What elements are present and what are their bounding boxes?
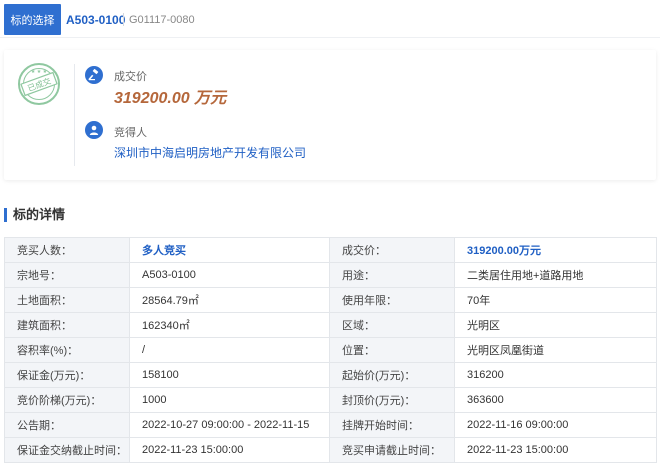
deal-price-value: 319200.00 万元	[114, 90, 227, 107]
top-bar: 标的选择 A503-0100 G01117-0080	[0, 0, 660, 38]
detail-key-cell: 公告期：	[4, 412, 130, 438]
table-row: 建筑面积： 162340㎡ 区域： 光明区	[4, 312, 657, 338]
detail-value-cell: A503-0100	[129, 262, 330, 288]
tab-divider	[123, 13, 124, 26]
detail-key-cell: 保证金(万元)：	[4, 362, 130, 388]
table-row: 土地面积： 28564.79㎡ 使用年限： 70年	[4, 287, 657, 313]
detail-value-cell: 2022-11-23 15:00:00	[454, 437, 657, 463]
table-row: 保证金(万元)： 158100 起始价(万元)： 316200	[4, 362, 657, 388]
table-row: 容积率(%)： / 位置： 光明区凤凰街道	[4, 337, 657, 363]
lot-selector-button[interactable]: 标的选择	[4, 4, 61, 35]
deal-price-label: 成交价	[114, 71, 147, 83]
detail-value-cell: 光明区	[454, 312, 657, 338]
table-row: 公告期： 2022-10-27 09:00:00 - 2022-11-15 挂牌开始…	[4, 412, 657, 438]
detail-key-cell: 竞买申请截止时间：	[329, 437, 455, 463]
table-row: 宗地号： A503-0100 用途： 二类居住用地+道路用地	[4, 262, 657, 288]
detail-value-cell: 162340㎡	[129, 312, 330, 338]
result-card: 已成交 ★ ★ ★ 成交价 319200.00 万元 竞得人 深圳市中海启明房地…	[4, 50, 656, 180]
detail-value-cell: 1000	[129, 387, 330, 413]
card-divider	[74, 64, 75, 166]
detail-value-cell: 70年	[454, 287, 657, 313]
detail-key-cell: 竞价阶梯(万元)：	[4, 387, 130, 413]
detail-value-cell: 二类居住用地+道路用地	[454, 262, 657, 288]
detail-key-cell: 成交价：	[329, 237, 455, 263]
detail-value-cell: 363600	[454, 387, 657, 413]
table-row: 竞价阶梯(万元)： 1000 封顶价(万元)： 363600	[4, 387, 657, 413]
detail-key-cell: 建筑面积：	[4, 312, 130, 338]
details-table: 竞买人数： 多人竞买 成交价： 319200.00万元 宗地号： A503-0100 用途：…	[4, 237, 657, 463]
user-icon	[85, 121, 103, 139]
detail-key-cell: 用途：	[329, 262, 455, 288]
detail-key-cell: 区域：	[329, 312, 455, 338]
lot-sub-code: G01117-0080	[129, 14, 195, 26]
detail-key-cell: 封顶价(万元)：	[329, 387, 455, 413]
winner-name[interactable]: 深圳市中海启明房地产开发有限公司	[114, 144, 306, 161]
detail-value-cell: 光明区凤凰街道	[454, 337, 657, 363]
detail-key-cell: 保证金交纳截止时间：	[4, 437, 130, 463]
detail-key-cell: 宗地号：	[4, 262, 130, 288]
detail-key-cell: 容积率(%)：	[4, 337, 130, 363]
section-title: 标的详情	[4, 208, 65, 222]
detail-key-cell: 土地面积：	[4, 287, 130, 313]
gavel-icon	[85, 66, 103, 84]
detail-value-cell: 158100	[129, 362, 330, 388]
detail-value-cell: 多人竞买	[129, 237, 330, 263]
detail-key-cell: 挂牌开始时间：	[329, 412, 455, 438]
detail-key-cell: 使用年限：	[329, 287, 455, 313]
detail-key-cell: 起始价(万元)：	[329, 362, 455, 388]
lot-code-tab[interactable]: A503-0100	[66, 13, 125, 27]
detail-value-cell: 28564.79㎡	[129, 287, 330, 313]
detail-value-cell: 2022-10-27 09:00:00 - 2022-11-15	[129, 412, 330, 438]
table-row: 竞买人数： 多人竞买 成交价： 319200.00万元	[4, 237, 657, 263]
detail-value-cell: /	[129, 337, 330, 363]
detail-value-cell: 316200	[454, 362, 657, 388]
table-row: 保证金交纳截止时间： 2022-11-23 15:00:00 竞买申请截止时间： 20…	[4, 437, 657, 463]
winner-label: 竞得人	[114, 127, 147, 139]
detail-value-cell: 319200.00万元	[454, 237, 657, 263]
detail-value-cell: 2022-11-23 15:00:00	[129, 437, 330, 463]
detail-key-cell: 竞买人数：	[4, 237, 130, 263]
svg-text:★ ★ ★: ★ ★ ★	[31, 69, 48, 75]
detail-value-cell: 2022-11-16 09:00:00	[454, 412, 657, 438]
sold-stamp-icon: 已成交 ★ ★ ★	[18, 63, 60, 105]
detail-key-cell: 位置：	[329, 337, 455, 363]
